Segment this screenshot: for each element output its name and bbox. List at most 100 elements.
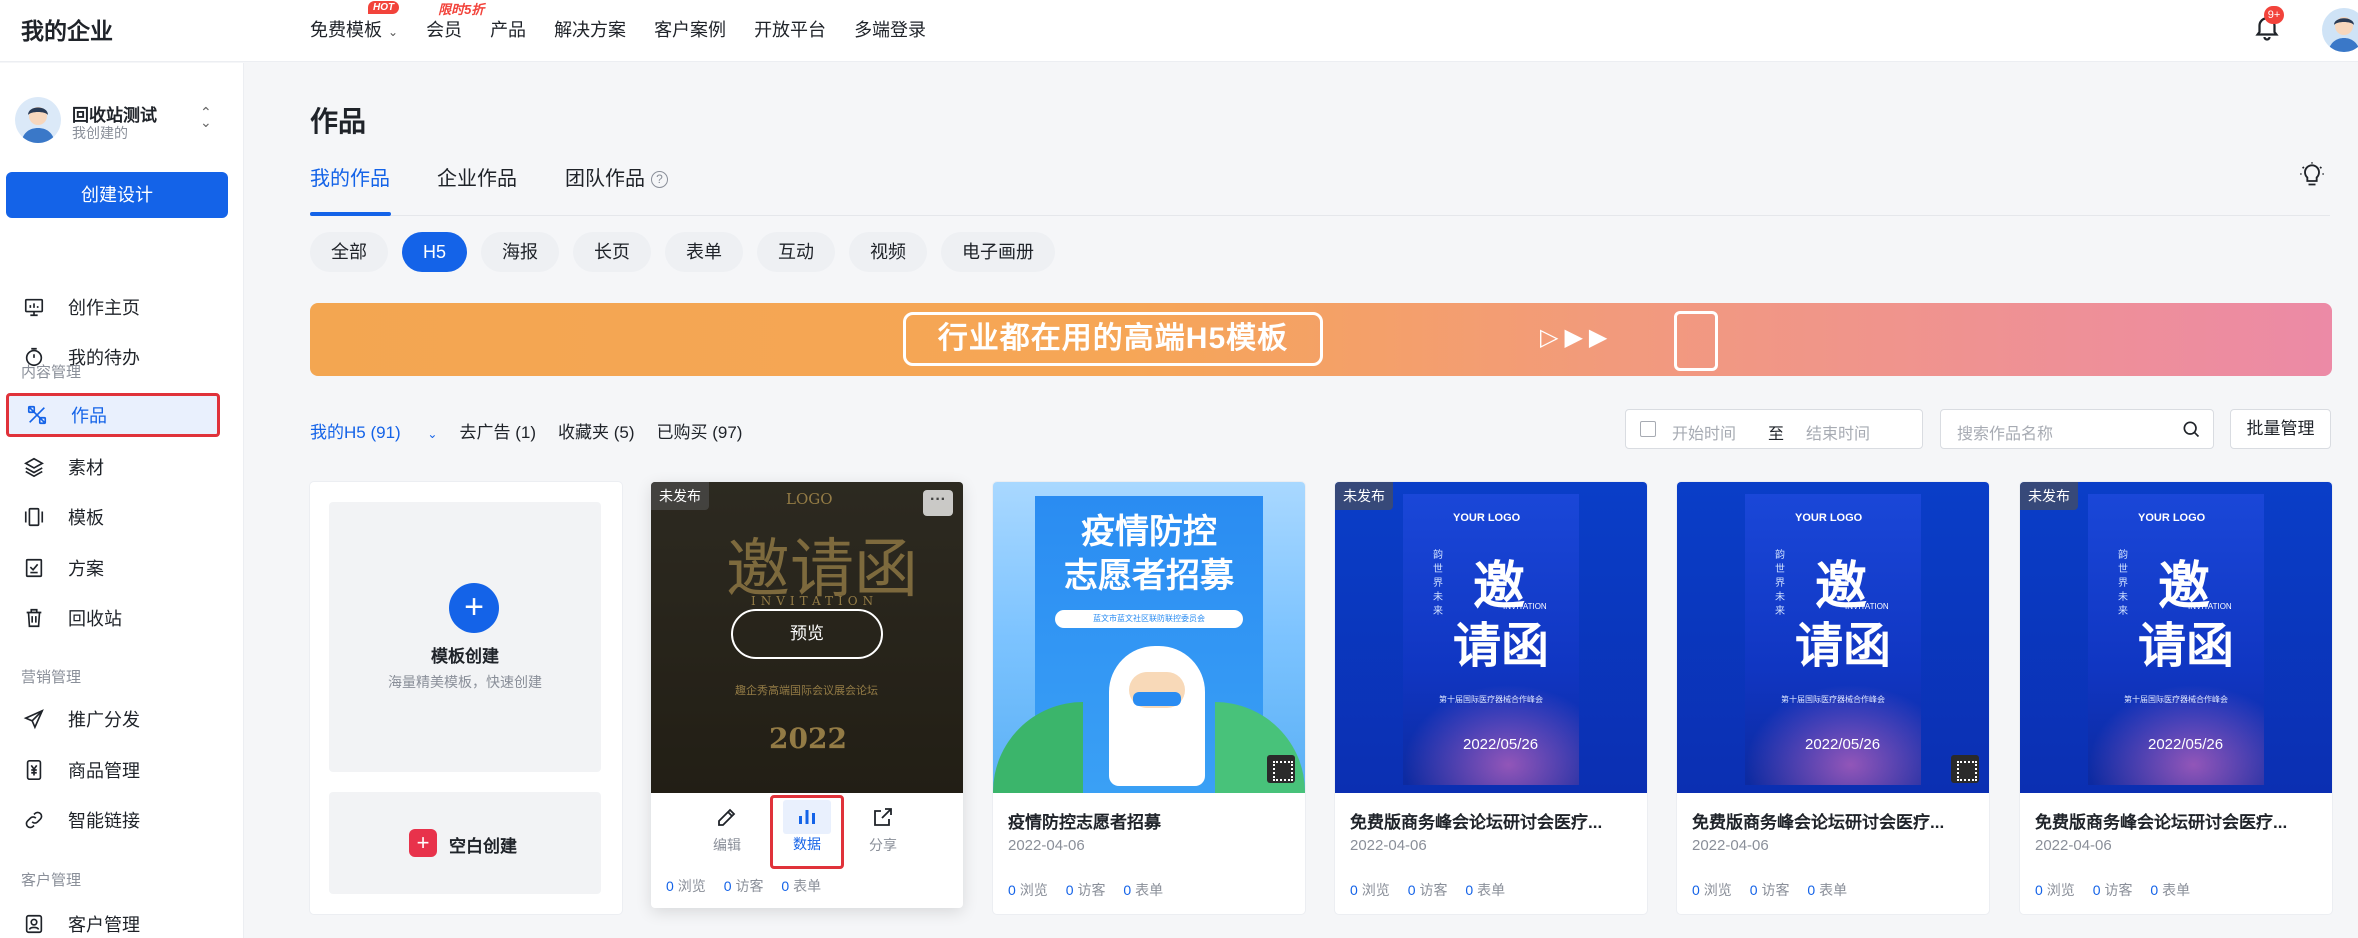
tab-enterprise-works[interactable]: 企业作品 (437, 162, 517, 191)
filter-h5[interactable]: H5 (402, 232, 468, 272)
unpublished-badge: 未发布 (651, 482, 709, 510)
filter-ebook[interactable]: 电子画册 (941, 232, 1056, 272)
promo-banner[interactable]: 行业都在用的高端H5模板 ▷▶▶ (310, 303, 2332, 376)
work-card-hovered[interactable]: LOGO 邀请函 INVITATION 趣企秀高端国际会议展会论坛 2022 未… (651, 482, 963, 908)
card-title[interactable]: 免费版商务峰会论坛研讨会医疗... (1692, 808, 1974, 833)
forms-count: 0 (1465, 882, 1474, 898)
brand-title[interactable]: 我的企业 (21, 12, 113, 46)
blank-create-button[interactable]: + 空白创建 (329, 792, 601, 894)
data-label: 数据 (793, 836, 821, 852)
sidebar-item-materials[interactable]: 素材 (6, 446, 220, 488)
subfilter-favorites[interactable]: 收藏夹 (5) (558, 418, 635, 443)
views-label: 浏览 (2046, 882, 2075, 898)
forms-stat: 0 表单 (1465, 882, 1505, 898)
work-card[interactable]: YOUR LOGO 韵 世 界 未 来 邀 INVITATION 请函 第十届国… (1335, 482, 1647, 914)
sidebar-item-customers[interactable]: 客户管理 (6, 903, 220, 938)
art-subtitle: 第十届国际医疗器械合作峰会 (1781, 695, 1885, 704)
visitors-count: 0 (1407, 882, 1416, 898)
work-card[interactable]: YOUR LOGO 韵 世 界 未 来 邀 INVITATION 请函 第十届国… (2020, 482, 2332, 914)
filter-interactive[interactable]: 互动 (757, 232, 836, 272)
views-stat: 0 浏览 (2035, 882, 2075, 898)
visitors-stat: 0 访客 (2093, 882, 2133, 898)
nav-products[interactable]: 产品 (490, 16, 526, 42)
edit-button[interactable]: 编辑 (701, 799, 753, 859)
work-card[interactable]: 疫情防控 志愿者招募 蓝文市蓝文社区联防联控委员会 疫情防控志愿者招募 2022… (993, 482, 1305, 914)
art-logo: YOUR LOGO (1795, 512, 1863, 524)
nav-free-templates[interactable]: 免费模板 ⌄ HOT (310, 1, 400, 42)
end-date-input[interactable]: 结束时间 (1806, 420, 1870, 444)
yen-icon (20, 756, 48, 784)
more-options-button[interactable]: ··· (923, 490, 953, 516)
template-create-button[interactable]: + 模板创建 海量精美模板，快速创建 (329, 502, 601, 772)
forms-count: 0 (1807, 882, 1816, 898)
sidebar-item-label: 素材 (68, 458, 104, 478)
card-title[interactable]: 疫情防控志愿者招募 (1008, 808, 1290, 833)
tab-my-works[interactable]: 我的作品 (310, 162, 390, 191)
filter-form[interactable]: 表单 (665, 232, 744, 272)
section-customer-management: 客户管理 (21, 872, 82, 889)
qr-code-icon[interactable] (1267, 755, 1295, 783)
nav-open-platform[interactable]: 开放平台 (754, 16, 826, 42)
nav-solutions[interactable]: 解决方案 (554, 16, 626, 42)
nav-cases[interactable]: 客户案例 (654, 16, 726, 42)
share-button[interactable]: 分享 (857, 799, 909, 859)
create-card: + 模板创建 海量精美模板，快速创建 + 空白创建 (310, 482, 622, 914)
work-thumbnail[interactable]: YOUR LOGO 韵 世 界 未 来 邀 INVITATION 请函 第十届国… (1335, 482, 1647, 793)
art-side-text: 韵 世 界 未 来 (1775, 550, 1785, 617)
qr-code-icon[interactable] (1951, 755, 1979, 783)
subfilter-purchased[interactable]: 已购买 (97) (656, 418, 742, 443)
subfilter-my-h5[interactable]: 我的H5 (91) ⌄ (310, 418, 437, 443)
filter-all[interactable]: 全部 (310, 232, 388, 272)
monitor-icon (20, 293, 48, 321)
template-create-title: 模板创建 (431, 647, 499, 666)
visitors-label: 访客 (735, 878, 764, 894)
date-range-separator: 至 (1768, 426, 1785, 443)
page-title: 作品 (310, 106, 367, 137)
filter-video[interactable]: 视频 (849, 232, 928, 272)
filter-long-page[interactable]: 长页 (573, 232, 652, 272)
filter-poster[interactable]: 海报 (481, 232, 560, 272)
sidebar-item-works[interactable]: 作品 (6, 393, 220, 437)
sub-filters: 我的H5 (91) ⌄ 去广告 (1) 收藏夹 (5) 已购买 (97) (310, 418, 764, 443)
sidebar-item-templates[interactable]: 模板 (6, 496, 220, 538)
sidebar-item-plans[interactable]: 方案 (6, 547, 220, 589)
art-char-2: 请函 (2138, 618, 2235, 674)
card-title[interactable]: 免费版商务峰会论坛研讨会医疗... (1350, 808, 1632, 833)
sidebar-item-products[interactable]: 商品管理 (6, 749, 220, 791)
art-side-text: 韵 世 界 未 来 (2118, 550, 2128, 617)
nav-membership[interactable]: 会员 限时5折 (426, 2, 484, 42)
blank-create-title: 空白创建 (449, 837, 517, 856)
search-input[interactable]: 搜索作品名称 (1940, 409, 2214, 449)
card-date: 2022-04-06 (1008, 837, 1085, 854)
user-avatar[interactable] (2322, 8, 2358, 52)
account-switcher[interactable]: 回收站测试 我创建的 ⌃ ⌄ (15, 97, 225, 149)
lightbulb-icon[interactable] (2298, 160, 2326, 188)
work-thumbnail[interactable]: YOUR LOGO 韵 世 界 未 来 邀 INVITATION 请函 第十届国… (2020, 482, 2332, 793)
preview-button[interactable]: 预览 (731, 609, 883, 659)
batch-manage-button[interactable]: 批量管理 (2230, 409, 2331, 449)
create-design-button[interactable]: 创建设计 (6, 172, 228, 218)
sidebar-item-smart-link[interactable]: 智能链接 (6, 799, 220, 841)
nav-multi-login[interactable]: 多端登录 (854, 16, 926, 42)
date-range-picker[interactable]: 开始时间 至 结束时间 (1625, 409, 1923, 449)
search-icon[interactable] (2181, 419, 2201, 439)
sidebar-item-home[interactable]: 创作主页 (6, 286, 220, 328)
art-title: 疫情防控 志愿者招募 (1064, 513, 1234, 595)
trash-icon (20, 604, 48, 632)
start-date-input[interactable]: 开始时间 (1672, 420, 1736, 444)
sidebar-item-recycle-bin[interactable]: 回收站 (6, 597, 220, 639)
art-logo: YOUR LOGO (2138, 512, 2206, 524)
sidebar-item-distribution[interactable]: 推广分发 (6, 698, 220, 740)
work-thumbnail[interactable]: YOUR LOGO 韵 世 界 未 来 邀 INVITATION 请函 第十届国… (1677, 482, 1989, 793)
nav-label: 会员 (426, 20, 463, 40)
volunteer-figure (1109, 646, 1205, 786)
help-icon[interactable]: ? (651, 171, 668, 189)
sidebar-item-label: 商品管理 (68, 761, 140, 781)
work-thumbnail[interactable]: 疫情防控 志愿者招募 蓝文市蓝文社区联防联控委员会 (993, 482, 1305, 793)
tab-team-works[interactable]: 团队作品? (565, 162, 668, 191)
subfilter-ad-free[interactable]: 去广告 (1) (459, 418, 536, 443)
work-card[interactable]: YOUR LOGO 韵 世 界 未 来 邀 INVITATION 请函 第十届国… (1677, 482, 1989, 914)
card-title[interactable]: 免费版商务峰会论坛研讨会医疗... (2035, 808, 2317, 833)
data-button[interactable]: 数据 (770, 795, 844, 869)
work-thumbnail[interactable]: LOGO 邀请函 INVITATION 趣企秀高端国际会议展会论坛 2022 未… (651, 482, 963, 793)
